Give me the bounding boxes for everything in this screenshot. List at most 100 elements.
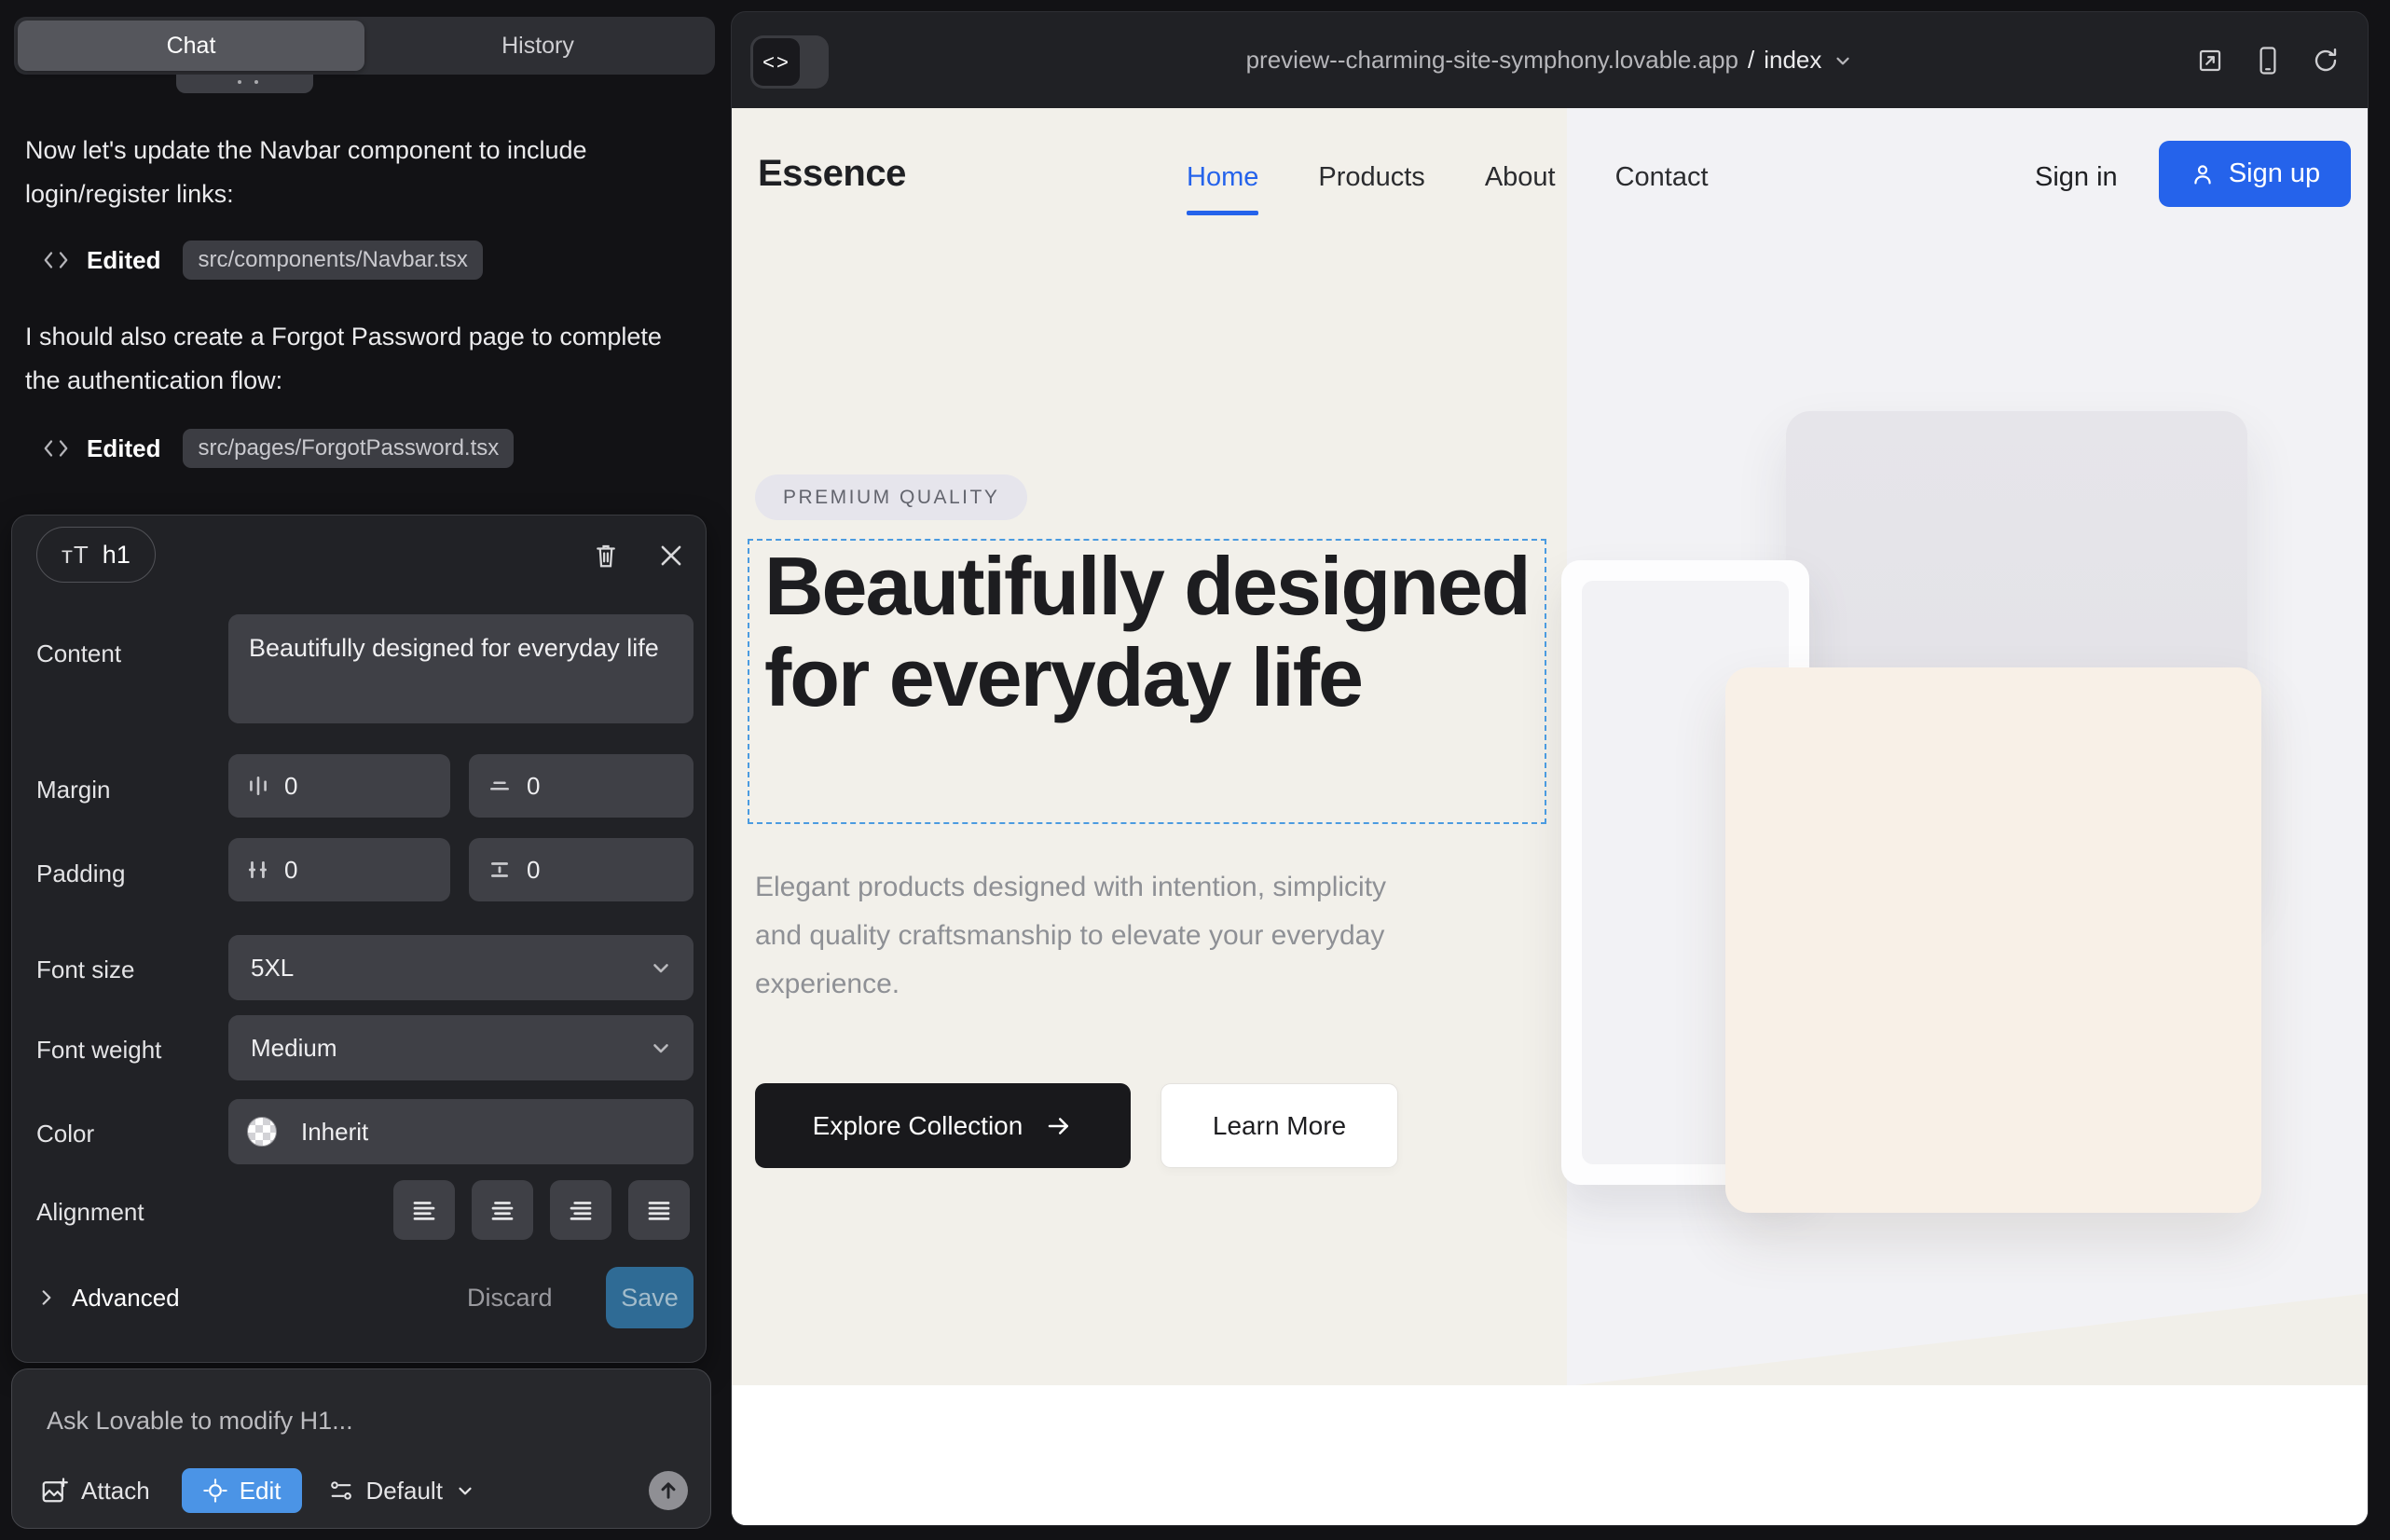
- preview-actions: [2196, 12, 2340, 108]
- nav-link-contact[interactable]: Contact: [1615, 162, 1709, 193]
- padding-vertical-value: 0: [527, 856, 540, 885]
- align-justify-button[interactable]: [628, 1180, 690, 1240]
- site-logo[interactable]: Essence: [758, 153, 906, 195]
- chevron-down-icon: [649, 956, 673, 980]
- chevron-down-icon: [1833, 50, 1853, 71]
- discard-button[interactable]: Discard: [467, 1267, 553, 1328]
- file-chip[interactable]: src/components/Navbar.tsx: [183, 241, 482, 280]
- site-preview: Essence Home Products About Contact Sign…: [732, 108, 2369, 1526]
- transparent-swatch-icon: [247, 1117, 277, 1147]
- margin-horizontal-icon: [247, 774, 269, 798]
- padding-vertical-icon: [488, 858, 512, 882]
- default-label: Default: [366, 1477, 443, 1506]
- margin-label: Margin: [36, 776, 110, 804]
- margin-vertical-input[interactable]: 0: [469, 754, 694, 818]
- close-editor-button[interactable]: [655, 540, 687, 571]
- margin-vertical-icon: [488, 774, 512, 798]
- explore-collection-button[interactable]: Explore Collection: [755, 1083, 1131, 1168]
- element-editor-panel: тT h1 Content Beautifully designed for e…: [11, 515, 707, 1363]
- align-left-button[interactable]: [393, 1180, 455, 1240]
- delete-element-button[interactable]: [590, 540, 622, 571]
- attach-button[interactable]: Attach: [40, 1477, 150, 1506]
- tab-chat[interactable]: Chat: [18, 21, 364, 71]
- type-icon: тT: [62, 541, 89, 570]
- url-page: index: [1764, 46, 1821, 75]
- target-icon: [202, 1478, 228, 1504]
- lovable-app: Chat History Now let's update the Navbar…: [0, 0, 2390, 1540]
- font-weight-select[interactable]: Medium: [228, 1015, 694, 1080]
- hero-cta-row: Explore Collection Learn More: [755, 1083, 1398, 1168]
- send-button[interactable]: [649, 1471, 688, 1510]
- color-value: Inherit: [301, 1118, 368, 1147]
- mobile-view-icon[interactable]: [2256, 46, 2280, 76]
- open-in-new-tab-icon[interactable]: [2196, 47, 2224, 75]
- padding-vertical-input[interactable]: 0: [469, 838, 694, 901]
- font-size-select[interactable]: 5XL: [228, 935, 694, 1000]
- model-default-button[interactable]: Default: [328, 1477, 475, 1506]
- decor-card-cream: [1725, 667, 2261, 1213]
- content-input[interactable]: Beautifully designed for everyday life: [228, 614, 694, 723]
- composer-toolbar: Attach Edit Default: [40, 1466, 688, 1515]
- hero-badge: PREMIUM QUALITY: [755, 474, 1027, 520]
- selected-element-tag[interactable]: тT h1: [36, 527, 156, 583]
- site-navbar: Essence Home Products About Contact Sign…: [732, 108, 2369, 239]
- chat-history-tabs: Chat History: [14, 17, 715, 75]
- below-hero-section: [732, 1385, 2369, 1526]
- code-icon: [42, 248, 70, 272]
- edited-label: Edited: [87, 434, 160, 463]
- nav-link-about[interactable]: About: [1485, 162, 1556, 193]
- align-right-button[interactable]: [550, 1180, 611, 1240]
- chat-message: Now let's update the Navbar component to…: [25, 129, 692, 216]
- padding-horizontal-icon: [247, 858, 269, 882]
- url-host: preview--charming-site-symphony.lovable.…: [1246, 46, 1738, 75]
- font-weight-value: Medium: [251, 1034, 337, 1063]
- composer-input[interactable]: Ask Lovable to modify H1...: [47, 1407, 353, 1436]
- chat-composer: Ask Lovable to modify H1... Attach Edit: [11, 1368, 711, 1529]
- editor-footer: Advanced Discard Save: [12, 1267, 706, 1328]
- edit-mode-button[interactable]: Edit: [182, 1468, 302, 1513]
- edited-file-row: Edited src/pages/ForgotPassword.tsx: [42, 429, 514, 468]
- edit-label: Edit: [240, 1477, 282, 1506]
- sliders-icon: [328, 1478, 354, 1504]
- alignment-label: Alignment: [36, 1198, 144, 1227]
- padding-horizontal-input[interactable]: 0: [228, 838, 450, 901]
- learn-more-button[interactable]: Learn More: [1161, 1083, 1398, 1168]
- save-button[interactable]: Save: [606, 1267, 694, 1328]
- selected-element-outline[interactable]: Beautifully designed for everyday life: [748, 539, 1546, 824]
- margin-horizontal-input[interactable]: 0: [228, 754, 450, 818]
- advanced-toggle[interactable]: Advanced: [36, 1267, 180, 1328]
- image-plus-icon: [40, 1477, 68, 1505]
- refresh-icon[interactable]: [2312, 47, 2340, 75]
- sign-up-button[interactable]: Sign up: [2159, 141, 2351, 207]
- nav-link-home[interactable]: Home: [1187, 162, 1258, 193]
- padding-horizontal-value: 0: [284, 856, 297, 885]
- alignment-button-group: [393, 1180, 690, 1240]
- nav-link-products[interactable]: Products: [1318, 162, 1424, 193]
- hero-heading[interactable]: Beautifully designed for everyday life: [764, 541, 1538, 723]
- code-preview-toggle[interactable]: <>: [750, 35, 829, 89]
- chevron-down-icon: [455, 1480, 475, 1501]
- font-size-value: 5XL: [251, 954, 294, 983]
- tab-history[interactable]: History: [364, 21, 711, 71]
- explore-collection-label: Explore Collection: [813, 1111, 1023, 1141]
- scrolled-chip-fragment: [176, 75, 313, 93]
- preview-topbar: <> preview--charming-site-symphony.lovab…: [732, 12, 2368, 108]
- file-chip[interactable]: src/pages/ForgotPassword.tsx: [183, 429, 514, 468]
- url-separator: /: [1748, 46, 1754, 75]
- margin-horizontal-value: 0: [284, 772, 297, 801]
- sign-in-link[interactable]: Sign in: [2035, 162, 2118, 193]
- chevron-right-icon: [36, 1287, 57, 1308]
- tag-name: h1: [103, 541, 130, 570]
- preview-url[interactable]: preview--charming-site-symphony.lovable.…: [1246, 46, 1854, 75]
- user-icon: [2190, 161, 2216, 187]
- site-nav-links: Home Products About Contact: [1187, 162, 1709, 193]
- edited-label: Edited: [87, 246, 160, 275]
- color-label: Color: [36, 1120, 94, 1148]
- attach-label: Attach: [81, 1477, 150, 1506]
- code-icon: <>: [753, 38, 800, 86]
- sign-up-label: Sign up: [2229, 158, 2320, 189]
- align-center-button[interactable]: [472, 1180, 533, 1240]
- content-label: Content: [36, 639, 121, 668]
- advanced-label: Advanced: [72, 1284, 180, 1313]
- color-input[interactable]: Inherit: [228, 1099, 694, 1164]
